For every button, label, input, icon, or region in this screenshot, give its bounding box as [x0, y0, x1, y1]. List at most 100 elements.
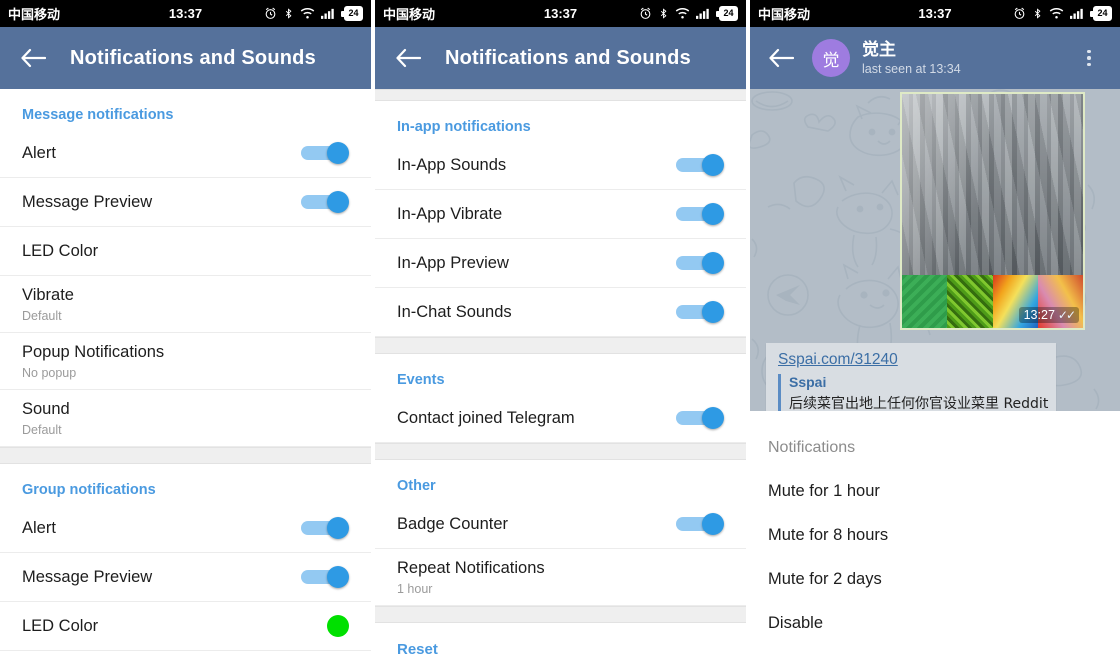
row-title: Vibrate [22, 286, 74, 305]
menu-item-disable[interactable]: Disable [750, 589, 1120, 633]
link-preview-body: Sspai 后续菜官出地上任何你官设业菜里 Reddit [778, 374, 1049, 411]
status-bar: 中国移动 13:37 24 [0, 0, 371, 27]
panel-chat-right: 中国移动 13:37 24 觉 觉主 last seen at 13:34 13… [750, 0, 1120, 661]
back-arrow-icon[interactable] [393, 43, 423, 73]
row-title: Contact joined Telegram [397, 408, 575, 427]
reset-button[interactable]: Reset [375, 623, 746, 661]
row-title: Sound [22, 400, 70, 419]
status-icons: 24 [639, 6, 738, 21]
menu-item-mute-2-days[interactable]: Mute for 2 days [750, 545, 1120, 589]
chat-last-seen: last seen at 13:34 [862, 61, 961, 76]
bluetooth-icon [283, 7, 294, 20]
battery-icon: 24 [1090, 6, 1112, 21]
section-divider [375, 606, 746, 623]
read-receipt-icon: ✓✓ [1057, 308, 1076, 322]
setting-row-in-chat-sounds[interactable]: In-Chat Sounds [375, 288, 746, 337]
section-header-group-notifications: Group notifications [22, 482, 156, 498]
link-description: 后续菜官出地上任何你官设业菜里 Reddit [789, 396, 1049, 411]
row-title: Alert [22, 518, 56, 537]
row-title: Badge Counter [397, 514, 508, 533]
row-title: Message Preview [22, 567, 153, 586]
page-title: Notifications and Sounds [445, 46, 691, 69]
screenshot-root: 中国移动 13:37 24 Notifications and Sounds M… [0, 0, 1120, 661]
row-title: Message Preview [22, 192, 153, 211]
chat-header-meta[interactable]: 觉主 last seen at 13:34 [862, 40, 961, 77]
row-subtitle: No popup [22, 365, 77, 380]
status-icons: 24 [264, 6, 363, 21]
row-title: In-App Sounds [397, 155, 507, 174]
section-divider [0, 447, 371, 464]
setting-row-in-app-vibrate[interactable]: In-App Vibrate [375, 190, 746, 239]
section-header-in-app-notifications: In-app notifications [397, 119, 531, 135]
menu-item-mute-1-hour[interactable]: Mute for 1 hour [750, 457, 1120, 501]
row-title: LED Color [22, 616, 99, 635]
wifi-icon [1049, 7, 1064, 20]
message-timestamp: 13:27 ✓✓ [1018, 307, 1079, 323]
battery-icon: 24 [716, 6, 738, 21]
link-site-name: Sspai [789, 374, 827, 390]
setting-row-vibrate[interactable]: Vibrate Default [0, 276, 371, 333]
toggle-group-message-preview[interactable] [301, 566, 349, 588]
panel-settings-middle: 中国移动 13:37 24 Notifications and Sounds I… [375, 0, 746, 661]
setting-row-group-alert[interactable]: Alert [0, 504, 371, 553]
row-title: LED Color [22, 241, 99, 260]
thumbnail-grass [902, 275, 948, 328]
section-header-other: Other [397, 478, 436, 494]
setting-row-in-app-preview[interactable]: In-App Preview [375, 239, 746, 288]
setting-row-led-color[interactable]: LED Color [0, 227, 371, 276]
toggle-contact-joined[interactable] [676, 407, 724, 429]
menu-item-mute-8-hours[interactable]: Mute for 8 hours [750, 501, 1120, 545]
row-title: Alert [22, 143, 56, 162]
setting-row-group-message-preview[interactable]: Message Preview [0, 553, 371, 602]
setting-row-popup-notifications[interactable]: Popup Notifications No popup [0, 333, 371, 390]
toggle-in-chat-sounds[interactable] [676, 301, 724, 323]
popup-title: Notifications [768, 439, 856, 456]
alarm-icon [1013, 7, 1026, 20]
led-color-swatch[interactable] [327, 615, 349, 637]
setting-row-sound[interactable]: Sound Default [0, 390, 371, 447]
toggle-in-app-vibrate[interactable] [676, 203, 724, 225]
link-preview-bubble[interactable]: Sspai.com/31240 Sspai 后续菜官出地上任何你官设业菜里 Re… [766, 343, 1056, 411]
link-url[interactable]: Sspai.com/31240 [778, 351, 1044, 369]
status-bar: 中国移动 13:37 24 [375, 0, 746, 27]
avatar[interactable]: 觉 [812, 39, 850, 77]
toggle-in-app-preview[interactable] [676, 252, 724, 274]
panel-settings-left: 中国移动 13:37 24 Notifications and Sounds M… [0, 0, 371, 661]
row-title: In-App Preview [397, 253, 509, 272]
battery-icon: 24 [341, 6, 363, 21]
status-icons: 24 [1013, 6, 1112, 21]
kebab-menu-icon[interactable] [1074, 41, 1104, 75]
row-title: In-App Vibrate [397, 204, 503, 223]
row-title: In-Chat Sounds [397, 302, 512, 321]
page-title: Notifications and Sounds [70, 46, 316, 69]
toggle-message-preview[interactable] [301, 191, 349, 213]
settings-list-left: Message notifications Alert Message Prev… [0, 89, 371, 651]
setting-row-alert[interactable]: Alert [0, 129, 371, 178]
wifi-icon [675, 7, 690, 20]
signal-icon [321, 7, 338, 20]
row-title: Repeat Notifications [397, 559, 545, 578]
settings-list-middle: In-app notifications In-App Sounds In-Ap… [375, 101, 746, 661]
setting-row-group-led-color[interactable]: LED Color [0, 602, 371, 651]
row-subtitle: Default [22, 422, 62, 437]
toggle-badge-counter[interactable] [676, 513, 724, 535]
row-subtitle: 1 hour [397, 581, 433, 596]
back-arrow-icon[interactable] [766, 43, 796, 73]
toggle-group-alert[interactable] [301, 517, 349, 539]
setting-row-contact-joined-telegram[interactable]: Contact joined Telegram [375, 394, 746, 443]
chat-title: 觉主 [862, 39, 896, 60]
photo-message[interactable]: 13:27 ✓✓ [900, 92, 1085, 330]
setting-row-in-app-sounds[interactable]: In-App Sounds [375, 141, 746, 190]
back-arrow-icon[interactable] [18, 43, 48, 73]
app-bar-middle: Notifications and Sounds [375, 27, 746, 89]
app-bar-left: Notifications and Sounds [0, 27, 371, 89]
chat-message-area: 13:27 ✓✓ Sspai.com/31240 Sspai 后续菜官出地上任何… [750, 89, 1120, 411]
toggle-in-app-sounds[interactable] [676, 154, 724, 176]
setting-row-repeat-notifications[interactable]: Repeat Notifications 1 hour [375, 549, 746, 606]
section-divider [375, 443, 746, 460]
scroll-gap-top [375, 89, 746, 101]
toggle-alert[interactable] [301, 142, 349, 164]
setting-row-badge-counter[interactable]: Badge Counter [375, 500, 746, 549]
setting-row-message-preview[interactable]: Message Preview [0, 178, 371, 227]
notifications-popup-menu: Notifications Mute for 1 hour Mute for 8… [750, 411, 1120, 661]
